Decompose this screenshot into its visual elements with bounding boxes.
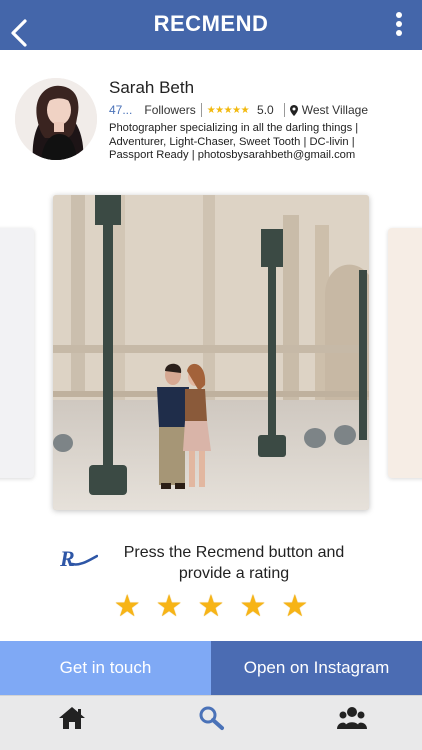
followers-label: Followers <box>144 103 196 117</box>
star-icon[interactable]: ★ <box>156 590 183 624</box>
bio-line: Adventurer, Light-Chaser, Sweet Tooth | … <box>109 135 355 148</box>
rating-value: 5.0 <box>257 103 274 117</box>
profile-name: Sarah Beth <box>109 78 195 97</box>
star-icon[interactable]: ★ <box>239 590 266 624</box>
profile-bio: Photographer specializing in all the dar… <box>109 122 409 163</box>
app-header: RECMEND <box>0 0 422 50</box>
rating-star-row: ★ ★ ★ ★ ★ <box>0 590 422 624</box>
open-instagram-button[interactable]: Open on Instagram <box>211 641 422 695</box>
couple-photo-image <box>53 195 369 510</box>
previous-photo-card[interactable] <box>0 228 34 478</box>
prompt-line: provide a rating <box>178 565 290 582</box>
next-photo-card[interactable] <box>388 228 422 478</box>
profile-meta: 47... Followers ★★★★★ 5.0 West Village <box>109 102 368 118</box>
star-icon[interactable]: ★ <box>281 590 308 624</box>
avatar[interactable] <box>15 78 97 160</box>
followers-count[interactable]: 47... <box>109 103 132 117</box>
prompt-line: Press the Recmend button and <box>123 544 345 561</box>
featured-photo[interactable] <box>53 195 369 510</box>
people-icon[interactable] <box>337 705 367 731</box>
bio-line: Passport Ready | photosbysarahbeth@gmail… <box>109 149 356 162</box>
app-title: RECMEND <box>153 11 269 36</box>
star-icon[interactable]: ★ <box>198 590 225 624</box>
search-icon[interactable] <box>197 705 227 731</box>
divider <box>200 103 202 117</box>
svg-text:R: R <box>60 548 75 570</box>
map-pin-icon <box>289 104 298 116</box>
vertical-ellipsis-icon[interactable] <box>394 12 404 38</box>
bio-line: Photographer specializing in all the dar… <box>109 122 359 134</box>
rating-stars: ★★★★★ <box>206 104 250 116</box>
get-in-touch-button[interactable]: Get in touch <box>0 641 211 695</box>
avatar-portrait-icon <box>15 78 97 160</box>
recmend-r-logo: R <box>60 548 98 570</box>
star-icon[interactable]: ★ <box>114 590 141 624</box>
home-icon[interactable] <box>57 705 87 731</box>
divider <box>283 103 285 117</box>
location: West Village <box>301 103 368 117</box>
tab-bar <box>0 695 422 750</box>
rating-prompt: Press the Recmend button and provide a r… <box>108 542 360 584</box>
